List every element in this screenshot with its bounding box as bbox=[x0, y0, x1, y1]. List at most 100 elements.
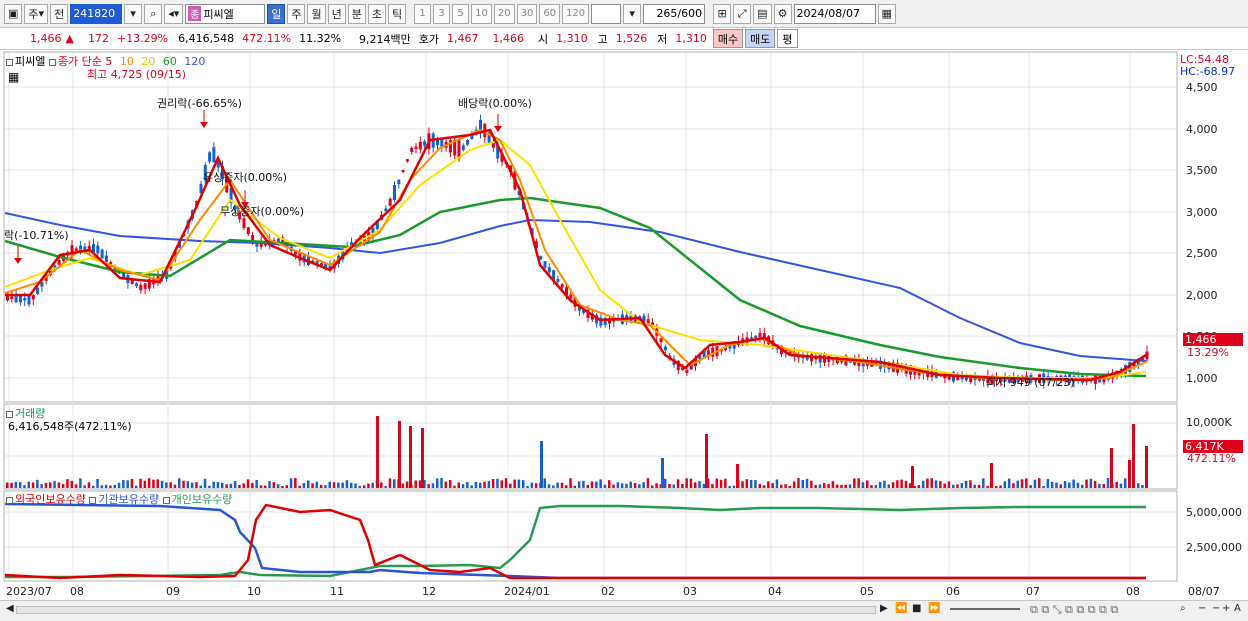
volume-bar bbox=[1007, 478, 1011, 488]
volume-spike bbox=[705, 434, 708, 488]
volume-bar bbox=[509, 483, 512, 488]
volume-bar bbox=[117, 482, 121, 488]
volume-bar bbox=[861, 482, 865, 488]
candle-body bbox=[36, 287, 40, 295]
volume-spike bbox=[409, 426, 412, 488]
volume-bar bbox=[242, 483, 245, 488]
rewind-icon[interactable]: ⏪ bbox=[895, 603, 907, 617]
volume-bar bbox=[823, 483, 826, 488]
volume-bar bbox=[272, 482, 276, 488]
stop-icon[interactable]: ■ bbox=[912, 603, 921, 617]
volume-bar bbox=[887, 484, 890, 488]
volume-bar bbox=[762, 485, 766, 488]
chart-window: ▣ 주 ▾ 전 241820 ▾ ⌕ ◂▾ 종 피씨엘 일 주 월 년 분 초 틱… bbox=[0, 0, 1248, 621]
candle-body bbox=[40, 281, 44, 287]
volume-bar bbox=[784, 484, 787, 488]
volume-bar bbox=[109, 485, 112, 488]
date-label: 08 bbox=[70, 585, 84, 598]
y-tick: 2,000 bbox=[1186, 289, 1218, 302]
volume-pane-frame bbox=[3, 403, 1178, 490]
volume-bar bbox=[552, 485, 555, 488]
date-label: 07 bbox=[1026, 585, 1040, 598]
volume-bar bbox=[921, 480, 925, 488]
volume-bar bbox=[100, 485, 104, 488]
institution-toggle-icon[interactable] bbox=[89, 496, 97, 504]
scroll-left-icon[interactable]: ◀ bbox=[6, 603, 14, 617]
volume-bar bbox=[818, 484, 822, 488]
volume-bar bbox=[964, 480, 968, 488]
volume-bar bbox=[835, 484, 839, 488]
volume-spike bbox=[421, 428, 424, 488]
volume-bar bbox=[122, 479, 125, 488]
volume-bar bbox=[354, 483, 357, 488]
candle-body bbox=[74, 248, 78, 251]
volume-bar bbox=[689, 478, 693, 488]
zoom-out-icon[interactable]: − bbox=[1198, 603, 1206, 617]
volume-bar bbox=[775, 479, 779, 488]
volume-y-tick: 10,000K bbox=[1186, 416, 1232, 429]
candle-body bbox=[23, 297, 27, 301]
zoom-icon[interactable]: ⌕ bbox=[1180, 603, 1186, 617]
volume-bar bbox=[440, 478, 443, 488]
pane-toggle-icon[interactable] bbox=[6, 58, 13, 66]
chart-canvas[interactable] bbox=[0, 0, 1248, 621]
volume-bar bbox=[393, 479, 396, 488]
volume-bar bbox=[1081, 484, 1084, 488]
minus-icon[interactable]: − bbox=[1212, 603, 1220, 617]
volume-bar bbox=[749, 479, 753, 488]
volume-bar bbox=[685, 478, 688, 488]
volume-toggle-icon[interactable] bbox=[6, 410, 13, 418]
volume-bar bbox=[358, 485, 362, 488]
volume-spike bbox=[661, 458, 664, 488]
candle-body bbox=[139, 284, 143, 291]
volume-bar bbox=[139, 478, 142, 488]
volume-bar bbox=[1124, 478, 1127, 488]
volume-spike bbox=[1110, 448, 1113, 488]
zoom-in-icon[interactable]: + bbox=[1222, 603, 1230, 617]
individual-toggle-icon[interactable] bbox=[162, 496, 170, 504]
table-icon[interactable]: ▦ bbox=[8, 70, 19, 84]
volume-bar bbox=[939, 481, 942, 488]
volume-bar bbox=[302, 483, 306, 488]
date-label: 02 bbox=[601, 585, 615, 598]
candle-body bbox=[685, 370, 689, 374]
zoom-slider[interactable] bbox=[950, 608, 1020, 610]
volume-bar bbox=[608, 480, 611, 488]
current-price-tag: 1,466 bbox=[1183, 333, 1243, 346]
volume-bar bbox=[315, 481, 319, 488]
volume-bar bbox=[345, 480, 349, 488]
volume-bar bbox=[264, 485, 267, 488]
volume-bar bbox=[1050, 481, 1054, 488]
volume-bar bbox=[380, 482, 383, 488]
volume-bar bbox=[31, 482, 35, 488]
paid-capital-annotation: 유상증자(0.00%) bbox=[203, 171, 288, 184]
volume-bar bbox=[453, 485, 456, 488]
volume-bar bbox=[582, 480, 585, 488]
date-label: 04 bbox=[768, 585, 782, 598]
foreign-toggle-icon[interactable] bbox=[6, 496, 13, 504]
horizontal-scrollbar[interactable] bbox=[16, 606, 876, 614]
volume-bar bbox=[44, 482, 48, 488]
fast-forward-icon[interactable]: ⏩ bbox=[928, 603, 940, 617]
volume-bar bbox=[259, 485, 263, 488]
volume-bar bbox=[896, 480, 899, 488]
volume-bar bbox=[638, 484, 641, 488]
candle-body bbox=[659, 338, 663, 343]
volume-bar bbox=[448, 479, 452, 488]
volume-bar bbox=[221, 482, 224, 488]
volume-bar bbox=[208, 485, 211, 488]
candle-body bbox=[135, 283, 138, 287]
volume-bar bbox=[294, 478, 297, 488]
volume-bar bbox=[350, 482, 353, 488]
volume-bar bbox=[534, 483, 538, 488]
foreign-legend: 외국인보유수량 bbox=[15, 493, 86, 506]
scroll-right-icon[interactable]: ▶ bbox=[880, 603, 888, 617]
volume-bar bbox=[319, 484, 323, 488]
volume-bar bbox=[135, 485, 138, 488]
tool-icons[interactable]: ⧉ ⧉ ⤡ ⧉ ⧉ ⧉ ⧉ ⧉ bbox=[1030, 603, 1118, 617]
legend-toggle-icon[interactable] bbox=[48, 58, 56, 66]
volume-bar bbox=[840, 484, 843, 488]
volume-bar bbox=[246, 479, 250, 488]
auto-scale-icon[interactable]: A bbox=[1234, 603, 1241, 617]
volume-bar bbox=[977, 484, 981, 488]
